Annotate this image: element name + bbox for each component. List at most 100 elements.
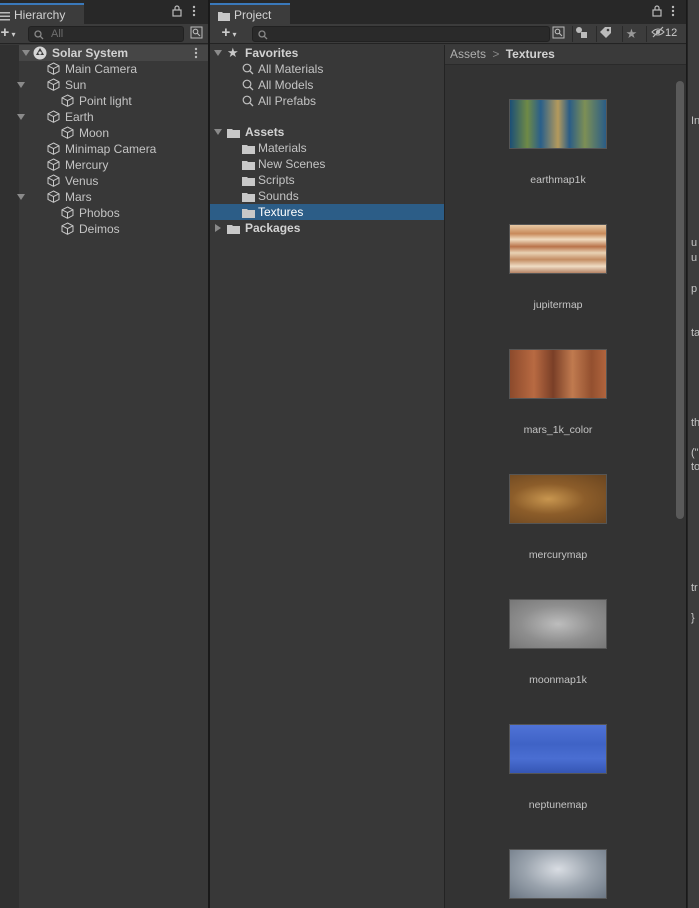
lock-icon[interactable] — [652, 5, 662, 20]
project-toolbar: + ▾ ★ 12 — [210, 24, 686, 44]
folder-item[interactable]: Sounds — [210, 188, 444, 204]
lock-icon[interactable] — [172, 5, 182, 20]
dropdown-caret-icon: ▾ — [230, 30, 237, 39]
texture-thumbnail[interactable] — [509, 849, 607, 899]
inspector-text-fragment: u — [691, 252, 698, 264]
create-button[interactable]: + ▾ — [215, 25, 243, 42]
inspector-text-fragment: to — [691, 461, 699, 473]
scene-name: Solar System — [52, 46, 129, 60]
texture-thumbnail[interactable] — [509, 349, 607, 399]
expand-arrow-icon[interactable] — [22, 50, 30, 56]
hierarchy-item-label: Deimos — [79, 222, 120, 236]
hidden-count: 12 — [665, 27, 678, 39]
packages-label: Packages — [245, 221, 301, 235]
breadcrumb-root[interactable]: Assets — [450, 47, 486, 61]
inspector-text-fragment: th — [691, 417, 699, 429]
scene-row[interactable]: Solar System — [19, 45, 208, 61]
list-icon — [0, 10, 10, 24]
filter-by-type-icon[interactable] — [572, 26, 590, 42]
search-icon — [34, 29, 44, 43]
breadcrumb-current[interactable]: Textures — [506, 47, 555, 61]
assets-label: Assets — [245, 125, 285, 139]
search-options-icon[interactable] — [188, 26, 204, 42]
favorites-label: Favorites — [245, 46, 299, 60]
inspector-panel-edge: In uu p ta th (" to tr} — [687, 0, 699, 908]
inspector-text-fragment: tr — [691, 582, 698, 594]
hierarchy-item[interactable]: Minimap Camera — [0, 141, 208, 157]
hierarchy-tab-label: Hierarchy — [14, 8, 66, 22]
filter-by-label-icon[interactable] — [596, 26, 614, 42]
folder-tree: ★ Favorites All Materials All Models All P… — [210, 45, 444, 908]
collapse-arrow-icon[interactable] — [215, 224, 221, 232]
folder-item[interactable]: New Scenes — [210, 156, 444, 172]
assets-row[interactable]: Assets — [210, 124, 444, 140]
expand-arrow-icon[interactable] — [214, 50, 222, 56]
dropdown-caret-icon: ▾ — [9, 30, 16, 39]
favorite-item[interactable]: All Materials — [210, 61, 444, 77]
folder-item-label: New Scenes — [258, 157, 326, 171]
project-tab-label: Project — [234, 8, 272, 22]
kebab-menu-icon[interactable] — [192, 5, 196, 20]
texture-name: mercurymap — [528, 549, 588, 561]
inspector-text-fragment: p — [691, 283, 698, 295]
hierarchy-item[interactable]: Mars — [0, 189, 208, 205]
hierarchy-panel: Hierarchy + ▾ All Solar System Main Came… — [0, 0, 208, 908]
hierarchy-item-label: Minimap Camera — [65, 142, 157, 156]
tab-hierarchy[interactable]: Hierarchy — [0, 3, 84, 24]
project-tabbar: Project — [210, 0, 686, 24]
favorites-row[interactable]: ★ Favorites — [210, 45, 444, 61]
hierarchy-item[interactable]: Sun — [0, 77, 208, 93]
search-icon — [258, 29, 268, 43]
kebab-menu-icon[interactable] — [671, 5, 675, 20]
folder-icon — [227, 223, 241, 239]
hierarchy-item-label: Earth — [65, 110, 94, 124]
hierarchy-item-label: Mars — [65, 190, 92, 204]
hierarchy-item[interactable]: Venus — [0, 173, 208, 189]
texture-thumbnail[interactable] — [509, 224, 607, 274]
hierarchy-item-label: Main Camera — [65, 62, 138, 76]
texture-name: jupitermap — [533, 299, 583, 311]
tab-project[interactable]: Project — [210, 3, 290, 24]
hierarchy-item[interactable]: Main Camera — [0, 61, 208, 77]
hierarchy-item[interactable]: Deimos — [0, 221, 208, 237]
texture-thumbnail[interactable] — [509, 474, 607, 524]
search-options-icon[interactable] — [550, 26, 566, 42]
hierarchy-search-input[interactable]: All — [28, 26, 184, 42]
breadcrumb: Assets > Textures — [445, 45, 686, 65]
folder-item[interactable]: Textures — [210, 204, 444, 220]
folder-item-label: Sounds — [258, 189, 299, 203]
texture-name: mars_1k_color — [523, 424, 593, 436]
create-button[interactable]: + ▾ — [0, 25, 18, 42]
favorite-item[interactable]: All Models — [210, 77, 444, 93]
folder-item[interactable]: Materials — [210, 140, 444, 156]
inspector-text-fragment: (" — [691, 447, 699, 459]
texture-thumbnail[interactable] — [509, 599, 607, 649]
breadcrumb-separator: > — [492, 47, 500, 61]
hidden-packages-toggle[interactable]: 12 — [646, 26, 684, 42]
project-panel: Project + ▾ ★ 12 ★ Favorites All Materia… — [210, 0, 686, 908]
grid-scrollbar[interactable] — [676, 81, 684, 519]
hierarchy-item[interactable]: Moon — [0, 125, 208, 141]
hierarchy-item[interactable]: Mercury — [0, 157, 208, 173]
asset-grid-area: Assets > Textures earthmap1k jupitermap ma… — [445, 45, 686, 908]
project-search-input[interactable] — [252, 26, 550, 42]
hierarchy-item[interactable]: Point light — [0, 93, 208, 109]
expand-arrow-icon[interactable] — [17, 194, 25, 200]
expand-arrow-icon[interactable] — [214, 129, 222, 135]
hierarchy-item-label: Point light — [79, 94, 132, 108]
texture-thumbnail[interactable] — [509, 724, 607, 774]
hierarchy-item-label: Phobos — [79, 206, 120, 220]
packages-row[interactable]: Packages — [210, 220, 444, 236]
folder-item-label: Scripts — [258, 173, 295, 187]
hierarchy-item[interactable]: Phobos — [0, 205, 208, 221]
folder-item[interactable]: Scripts — [210, 172, 444, 188]
hierarchy-item[interactable]: Earth — [0, 109, 208, 125]
favorite-item[interactable]: All Prefabs — [210, 93, 444, 109]
texture-name: earthmap1k — [530, 174, 586, 186]
expand-arrow-icon[interactable] — [17, 82, 25, 88]
favorite-item-label: All Materials — [258, 62, 324, 76]
texture-thumbnail[interactable] — [509, 99, 607, 149]
star-icon: ★ — [227, 45, 239, 60]
expand-arrow-icon[interactable] — [17, 114, 25, 120]
star-favorites-icon[interactable]: ★ — [622, 26, 640, 42]
